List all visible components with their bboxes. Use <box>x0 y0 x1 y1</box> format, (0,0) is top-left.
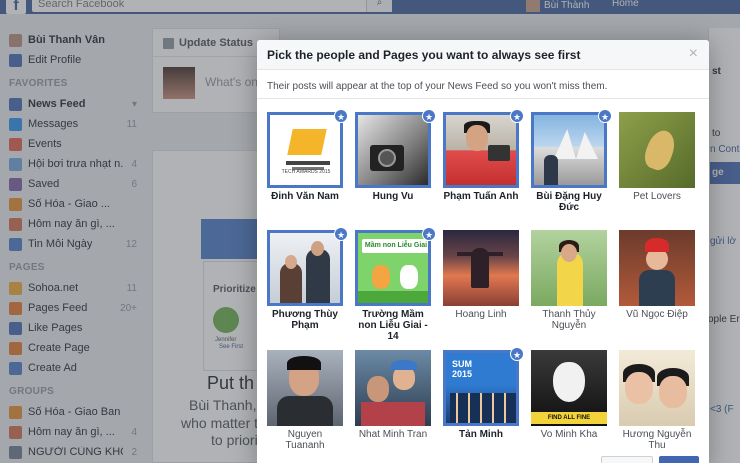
tile-name: Trường Mầm non Liễu Giai - 14 <box>358 309 428 342</box>
tile-name: Vũ Ngọc Điệp <box>626 309 688 320</box>
star-icon: ★ <box>422 227 436 241</box>
photo-shape <box>311 241 324 256</box>
mask-caption: FIND ALL FINE <box>531 412 607 424</box>
person-tile[interactable]: ★ Phương Thùy Phạm <box>267 227 348 331</box>
tile-name: Phạm Tuấn Anh <box>443 191 519 202</box>
tile-name: Bùi Đặng Huy Đức <box>536 191 602 213</box>
profile-photo <box>531 112 607 188</box>
photo-shape <box>544 155 558 185</box>
profile-photo: TECH AWARDS 2015 <box>267 112 343 188</box>
person-tile[interactable]: ★ Hung Vu <box>355 109 436 202</box>
team-text: SUM 2015 <box>452 359 473 379</box>
dialog-subtitle: Their posts will appear at the top of yo… <box>267 81 608 92</box>
tile-name: Vo Minh Kha <box>540 429 598 440</box>
profile-photo <box>531 230 607 306</box>
photo-shape <box>287 356 321 370</box>
photo-shape <box>361 402 425 426</box>
see-first-dialog: Pick the people and Pages you want to al… <box>257 40 709 463</box>
done-button[interactable] <box>659 456 699 463</box>
dialog-title: Pick the people and Pages you want to al… <box>267 48 581 62</box>
photo-shape <box>466 125 488 151</box>
divider <box>257 98 709 99</box>
profile-photo: Mầm non Liễu Giai <box>355 230 431 306</box>
profile-photo: SUM 2015 <box>443 350 519 426</box>
photo-shape <box>561 244 577 262</box>
page-tile[interactable]: Mầm non Liễu Giai ★ Trường Mầm non Liễu … <box>355 227 436 342</box>
award-text: TECH AWARDS 2015 <box>281 169 331 175</box>
star-icon: ★ <box>510 109 524 123</box>
photo-shape <box>645 238 669 252</box>
tile-name: Đinh Văn Nam <box>271 191 339 202</box>
profile-photo <box>267 350 343 426</box>
photo-shape <box>639 270 675 306</box>
page-tile[interactable]: Pet Lovers <box>619 112 695 202</box>
person-tile[interactable]: Nhat Minh Tran <box>355 350 431 440</box>
photo-shape <box>285 255 297 269</box>
profile-photo <box>267 230 343 306</box>
profile-photo <box>619 230 695 306</box>
tile-name: Nhat Minh Tran <box>358 429 428 440</box>
photo-shape <box>625 372 653 404</box>
photo-shape <box>471 248 489 288</box>
star-icon: ★ <box>334 109 348 123</box>
photo-shape <box>400 265 418 289</box>
photo-shape <box>391 360 417 370</box>
profile-photo <box>443 230 519 306</box>
tile-name: Pet Lovers <box>633 191 681 202</box>
star-icon: ★ <box>510 347 524 361</box>
person-tile[interactable]: TECH AWARDS 2015 ★ Đinh Văn Nam <box>267 109 348 202</box>
tile-name: Phương Thùy Phạm <box>271 309 338 331</box>
person-tile[interactable]: Vũ Ngọc Điệp <box>619 230 695 320</box>
profile-photo <box>443 112 519 188</box>
star-icon: ★ <box>422 109 436 123</box>
profile-photo <box>619 112 695 188</box>
tile-name: Tản Minh <box>459 429 503 440</box>
star-icon: ★ <box>598 109 612 123</box>
photo-shape <box>488 145 510 161</box>
award-line <box>286 161 330 165</box>
lens-shape <box>378 149 396 167</box>
close-icon[interactable]: × <box>689 45 698 63</box>
photo-shape <box>358 291 428 303</box>
person-tile[interactable]: ★ Phạm Tuấn Anh <box>443 109 524 202</box>
award-logo <box>287 129 327 155</box>
tile-name: Hương Nguyễn Thu <box>622 429 692 451</box>
person-tile[interactable]: Nguyen Tuananh <box>267 350 343 451</box>
star-icon: ★ <box>334 227 348 241</box>
person-tile[interactable]: SUM 2015 ★ Tản Minh <box>443 347 524 440</box>
person-tile[interactable]: FIND ALL FINE Vo Minh Kha <box>531 350 607 440</box>
person-tile[interactable]: Thanh Thủy Nguyễn <box>531 230 607 331</box>
profile-photo <box>619 350 695 426</box>
photo-shape <box>553 362 585 402</box>
person-tile[interactable]: ★ Bùi Đặng Huy Đức <box>531 109 612 213</box>
profile-photo <box>355 350 431 426</box>
school-sign: Mầm non Liễu Giai <box>362 239 428 253</box>
profile-photo: FIND ALL FINE <box>531 350 607 426</box>
dialog-header: Pick the people and Pages you want to al… <box>257 40 709 70</box>
profile-photo <box>355 112 431 188</box>
photo-shape <box>280 263 302 303</box>
tile-name: Thanh Thủy Nguyễn <box>542 309 596 331</box>
person-tile[interactable]: Hoang Linh <box>443 230 519 320</box>
photo-shape <box>372 265 390 289</box>
photo-shape <box>277 396 333 426</box>
photo-shape <box>450 393 516 423</box>
tile-name: Hung Vu <box>372 191 414 202</box>
photo-shape <box>306 249 330 303</box>
tile-name: Nguyen Tuananh <box>285 429 325 451</box>
person-tile[interactable]: Hương Nguyễn Thu <box>619 350 695 451</box>
photo-shape <box>659 376 687 408</box>
photo-shape <box>367 376 389 402</box>
photo-shape <box>554 129 598 159</box>
photo-shape <box>640 126 680 174</box>
tile-name: Hoang Linh <box>455 309 507 320</box>
cancel-button[interactable] <box>601 456 653 463</box>
